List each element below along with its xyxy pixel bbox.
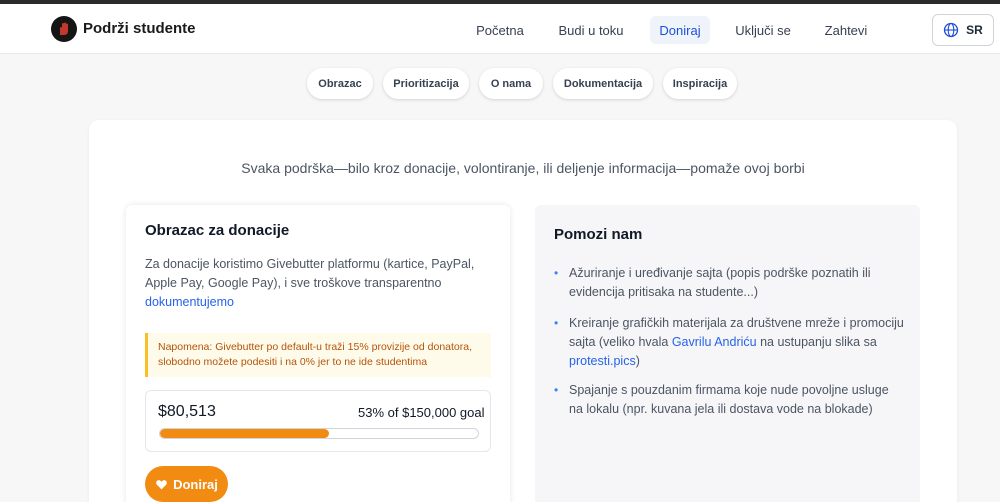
nav-pocetna[interactable]: Početna xyxy=(470,16,530,44)
help-item-text: Kreiranje grafičkih materijala za društv… xyxy=(569,314,904,371)
donate-button[interactable]: Doniraj xyxy=(145,466,228,502)
help-list-item: • Kreiranje grafičkih materijala za druš… xyxy=(554,314,904,374)
raised-amount: $80,513 xyxy=(158,403,216,420)
gavrilo-link[interactable]: Gavrilu Andriću xyxy=(672,335,757,349)
logo-hand-icon[interactable] xyxy=(51,16,77,42)
donation-description: Za donacije koristimo Givebutter platfor… xyxy=(145,255,495,312)
heart-icon xyxy=(156,479,167,489)
progress-bar xyxy=(159,428,479,439)
subnav-o-nama[interactable]: O nama xyxy=(479,68,543,99)
donation-description-text: Za donacije koristimo Givebutter platfor… xyxy=(145,257,475,290)
goal-text: 53% of $150,000 goal xyxy=(358,405,485,420)
help-item-text-part: ) xyxy=(635,354,640,368)
nav-zahtevi[interactable]: Zahtevi xyxy=(816,16,876,44)
subnav-obrazac[interactable]: Obrazac xyxy=(307,68,373,99)
subnav-inspiracija[interactable]: Inspiracija xyxy=(663,68,737,99)
nav-budi-u-toku[interactable]: Budi u toku xyxy=(550,16,632,44)
bullet-icon: • xyxy=(554,266,559,280)
help-item-text: Ažuriranje i uređivanje sajta (popis pod… xyxy=(569,266,871,299)
language-label: SR xyxy=(966,23,983,37)
brand-name[interactable]: Podrži studente xyxy=(83,20,196,37)
bullet-icon: • xyxy=(554,316,559,330)
subnav-dokumentacija[interactable]: Dokumentacija xyxy=(553,68,653,99)
commission-note: Napomena: Givebutter po default-u traži … xyxy=(145,333,491,377)
progress-bar-fill xyxy=(160,429,329,438)
globe-icon xyxy=(944,22,959,38)
donation-form-title: Obrazac za donacije xyxy=(145,222,290,239)
tagline: Svaka podrška—bilo kroz donacije, volont… xyxy=(241,160,805,176)
nav-ukljuci-se[interactable]: Uključi se xyxy=(728,16,798,44)
language-switcher[interactable]: SR xyxy=(932,14,994,46)
donate-label: Doniraj xyxy=(173,476,218,492)
help-list-item: • Spajanje s pouzdanim firmama koje nude… xyxy=(554,381,904,421)
documentation-link[interactable]: dokumentujemo xyxy=(145,295,234,309)
progress-box xyxy=(145,390,491,452)
help-item-text: Spajanje s pouzdanim firmama koje nude p… xyxy=(569,383,889,416)
help-list-item: • Ažuriranje i uređivanje sajta (popis p… xyxy=(554,264,904,304)
bullet-icon: • xyxy=(554,383,559,397)
nav-doniraj[interactable]: Doniraj xyxy=(650,16,710,44)
help-title: Pomozi nam xyxy=(554,226,643,243)
site-header: Podrži studente Početna Budi u toku Doni… xyxy=(0,4,1000,54)
help-item-text-part: na ustupanju slika sa xyxy=(756,335,877,349)
protesti-link[interactable]: protesti.pics xyxy=(569,354,636,368)
subnav-prioritizacija[interactable]: Prioritizacija xyxy=(383,68,469,99)
